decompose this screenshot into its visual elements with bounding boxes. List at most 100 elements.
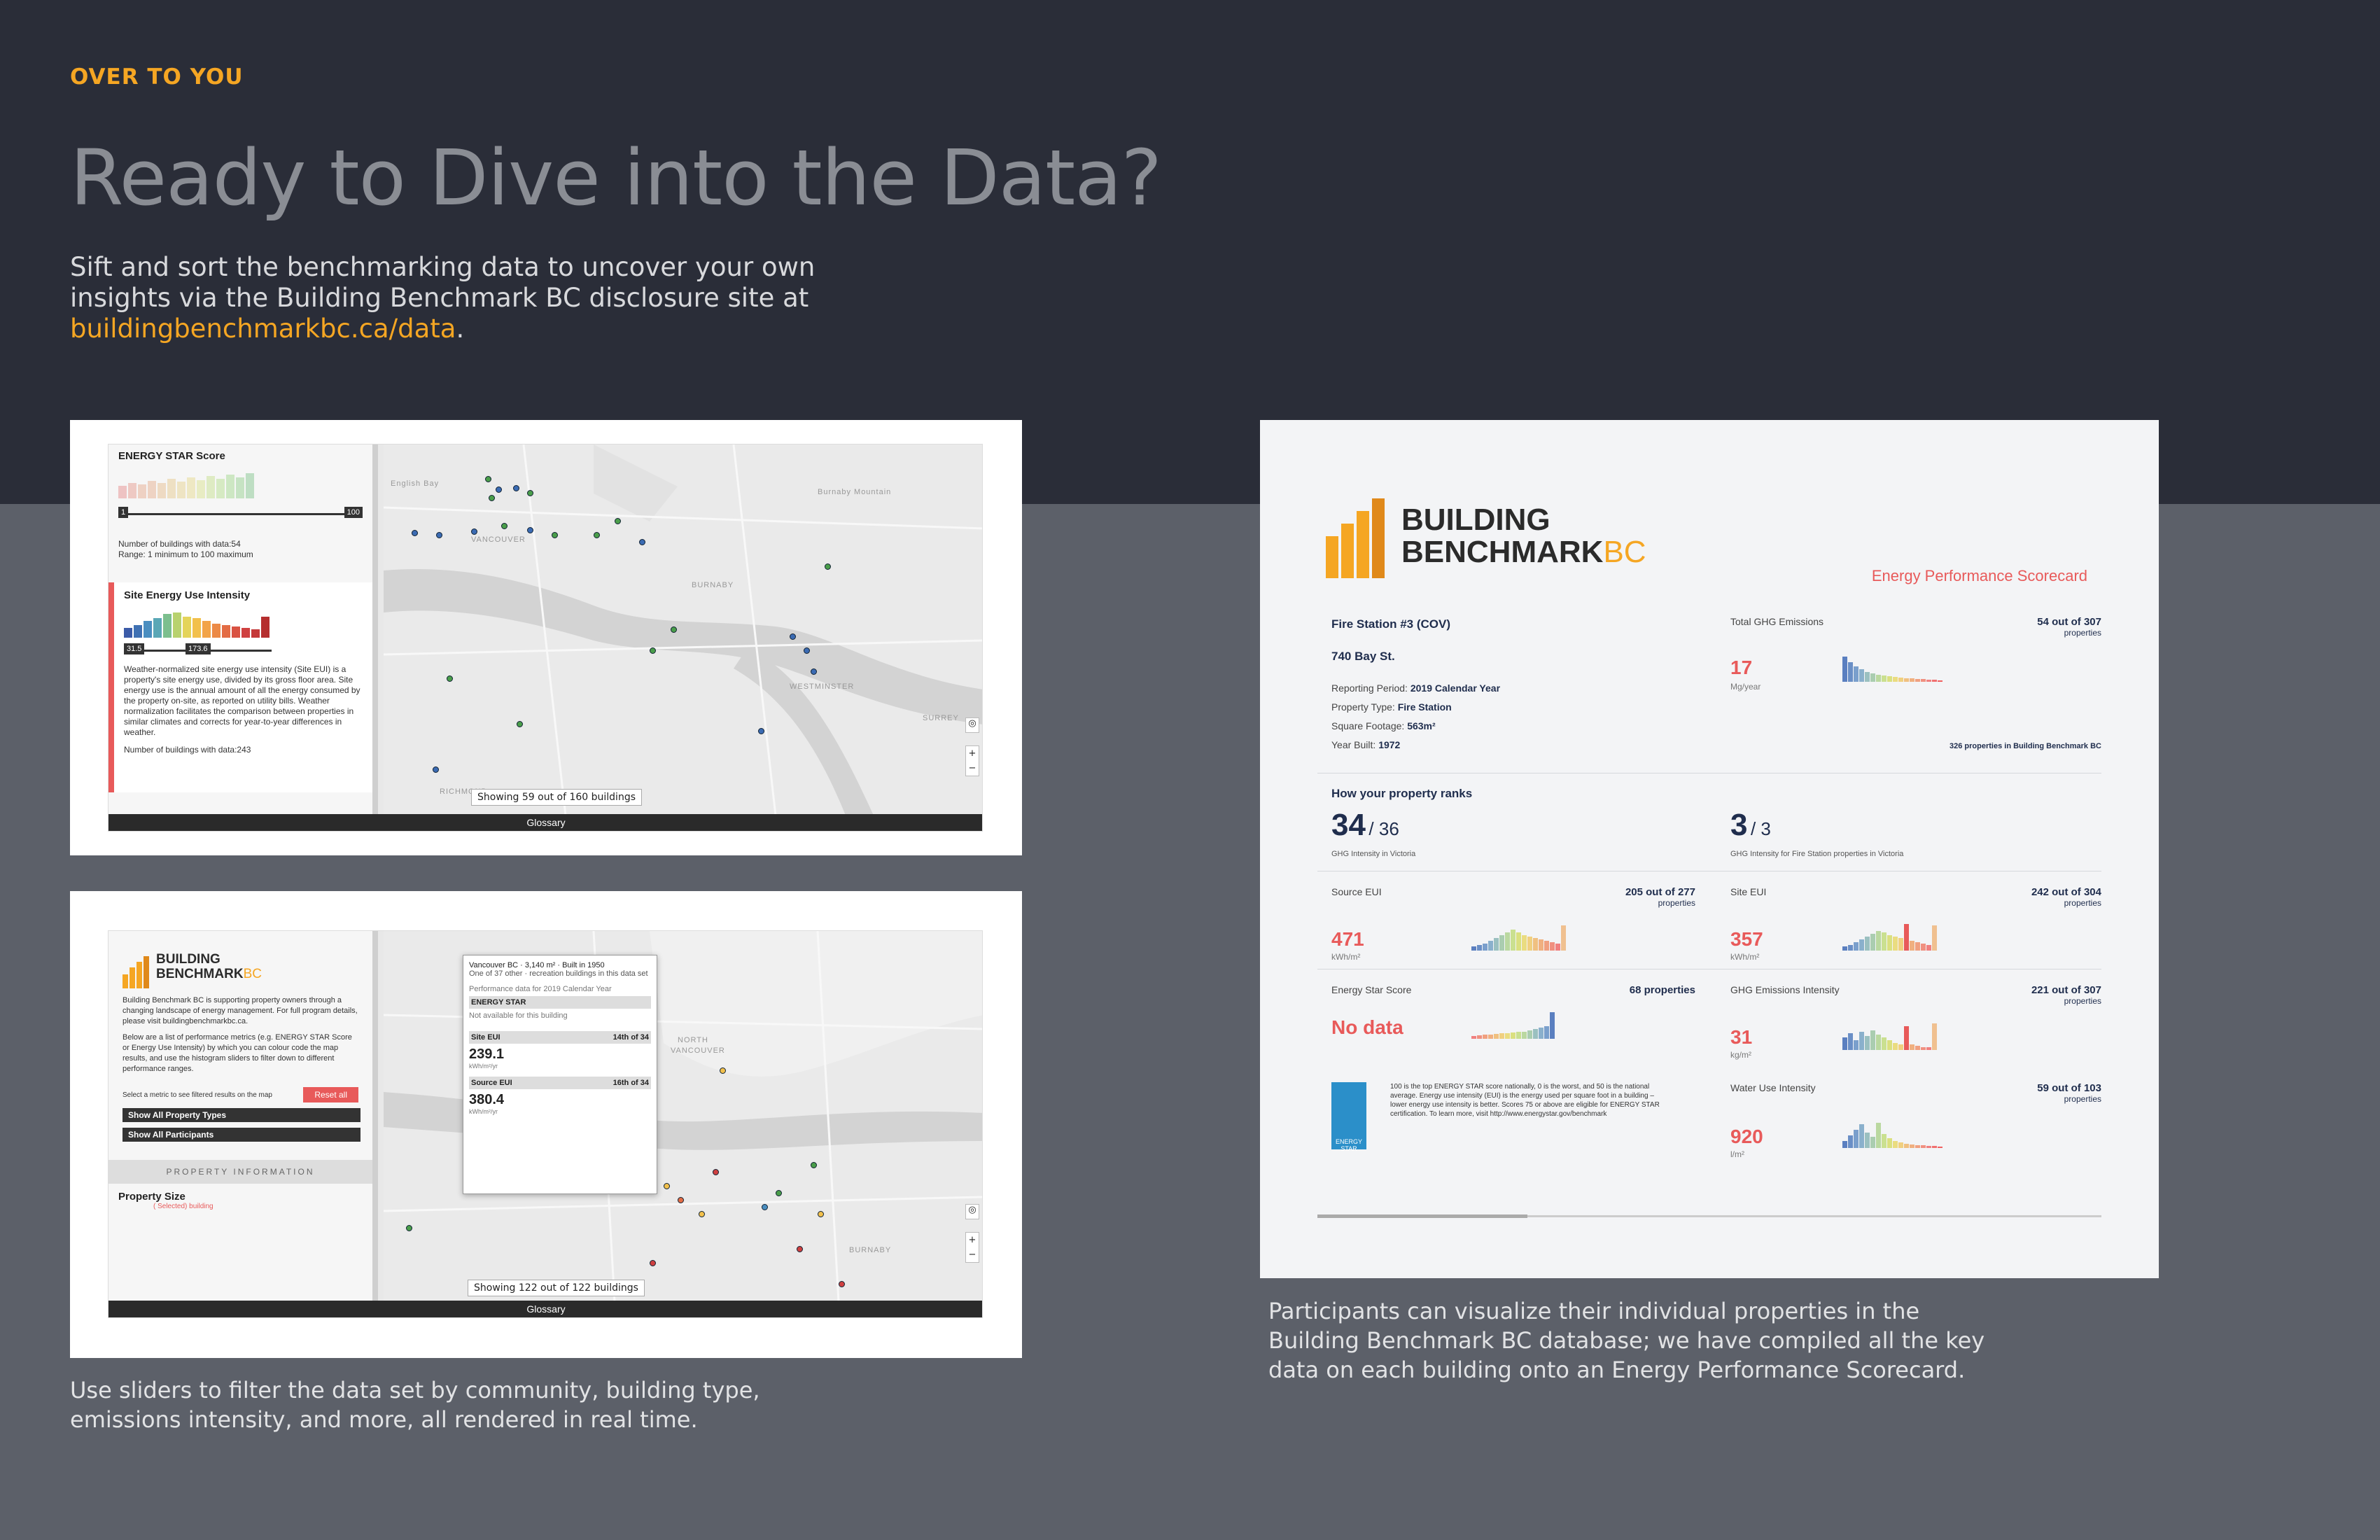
building-popup: Vancouver BC · 3,140 m² · Built in 1950 … [463,955,657,1194]
building-marker[interactable] [527,490,533,496]
zoom-control[interactable]: + − [965,1232,979,1263]
building-marker[interactable] [433,766,439,773]
popup-source-eui-label: Source EUI [471,1079,512,1087]
building-marker[interactable] [811,1162,817,1168]
building-marker[interactable] [615,518,621,524]
map-canvas[interactable]: English Bay VANCOUVER BURNABY WESTMINSTE… [384,444,982,816]
building-marker[interactable] [664,1183,670,1189]
logo-bc: BC [1603,535,1646,569]
energy-star-value: No data [1331,1016,1404,1038]
glossary-bar[interactable]: Glossary [108,814,982,831]
building-marker[interactable] [471,528,477,535]
building-marker[interactable] [804,648,810,654]
rank-victoria-value: 34 [1331,808,1366,842]
building-marker[interactable] [776,1190,782,1196]
property-type-dropdown[interactable]: Show All Property Types [122,1108,360,1122]
sidebar-logo-text: BUILDING BENCHMARKBC [156,952,358,981]
reset-all-button[interactable]: Reset all [303,1087,358,1102]
energy-star-rank: 68 properties [1629,984,1695,996]
building-marker[interactable] [594,532,600,538]
scroll-thumb[interactable] [1317,1214,1527,1218]
ghg-rank-value: 54 out of 307 [2037,616,2101,628]
building-marker[interactable] [412,530,418,536]
building-marker[interactable] [447,676,453,682]
sqft-label: Square Footage: [1331,720,1405,732]
popup-energy-star-header: ENERGY STAR [469,996,651,1009]
building-marker[interactable] [671,626,677,633]
building-marker[interactable] [825,564,831,570]
building-marker[interactable] [406,1225,412,1231]
building-marker[interactable] [811,668,817,675]
building-marker[interactable] [758,728,764,734]
ghg-intensity-unit: kg/m² [1730,1050,1751,1060]
building-marker[interactable] [436,532,442,538]
map-canvas[interactable]: NORTH VANCOUVER BURNABY Vancouver BC · 3… [384,931,982,1302]
building-marker[interactable] [501,523,507,529]
building-marker[interactable] [699,1211,705,1217]
energy-star-count: Number of buildings with data:54 [118,539,241,549]
locate-button[interactable]: ◎ [965,1204,979,1219]
building-marker[interactable] [720,1068,726,1074]
popup-source-eui-rank: 16th of 34 [612,1079,649,1087]
energy-star-range: Range: 1 minimum to 100 maximum [118,550,253,559]
building-marker[interactable] [639,539,645,545]
eui-max-handle[interactable]: 173.6 [186,643,211,654]
eyebrow: OVER TO YOU [70,64,244,90]
map-label-vancouver: VANCOUVER [671,1046,725,1055]
water-rank-value: 59 out of 103 [2037,1082,2101,1094]
building-marker[interactable] [650,648,656,654]
popup-source-eui-unit: kWh/m²/yr [469,1108,498,1115]
popup-source-eui-value: 380.4 [469,1092,505,1107]
ghg-histogram [1842,654,1942,682]
building-marker[interactable] [790,634,796,640]
logo-bc: BC [243,967,262,981]
right-caption: Participants can visualize their individ… [1268,1298,1985,1383]
eui-filter-section[interactable]: Site Energy Use Intensity 31.5 173.6 Wea… [108,582,372,792]
map-background [384,444,982,816]
locate-button[interactable]: ◎ [965,718,979,733]
zoom-control[interactable]: + − [965,746,979,776]
participants-dropdown[interactable]: Show All Participants [122,1128,360,1142]
rank-fire-station: 3 / 3 [1730,808,1771,843]
building-benchmark-logo-icon [1326,498,1385,578]
eui-slider[interactable]: 31.5 173.6 [124,642,363,660]
map-label-burnaby-mountain: Burnaby Mountain [818,488,892,496]
reporting-value: 2019 Calendar Year [1410,682,1501,694]
water-value: 920 [1730,1126,1763,1147]
eui-min-handle[interactable]: 31.5 [124,643,145,654]
building-marker[interactable] [517,721,523,727]
building-benchmark-logo-icon [122,956,149,988]
building-marker[interactable] [496,486,502,493]
data-site-link[interactable]: buildingbenchmarkbc.ca/data [70,314,456,344]
select-metric-hint: Select a metric to see filtered results … [122,1091,272,1099]
site-eui-title: Site EUI [1730,886,1767,897]
building-marker[interactable] [485,476,491,482]
map-label-vancouver: VANCOUVER [471,536,526,544]
building-marker[interactable] [797,1246,803,1252]
slider-max-handle[interactable]: 100 [344,507,363,518]
building-marker[interactable] [650,1260,656,1266]
building-marker[interactable] [527,527,533,533]
property-information-header[interactable]: PROPERTY INFORMATION [108,1160,372,1184]
map-label-burnaby: BURNABY [692,581,734,589]
eui-histogram [124,610,363,638]
reporting-label: Reporting Period: [1331,682,1408,694]
building-marker[interactable] [678,1197,684,1203]
energy-star-slider[interactable]: 1 100 [118,504,363,525]
buildings-count-status: Showing 122 out of 122 buildings [468,1280,645,1296]
glossary-bar[interactable]: Glossary [108,1301,982,1317]
building-marker[interactable] [713,1169,719,1175]
site-eui-unit: kWh/m² [1730,952,1760,962]
site-eui-value: 357 [1730,928,1763,950]
building-marker[interactable] [762,1204,768,1210]
building-marker[interactable] [513,485,519,491]
building-marker[interactable] [839,1281,845,1287]
building-marker[interactable] [552,532,558,538]
building-marker[interactable] [818,1211,824,1217]
building-marker[interactable] [489,495,495,501]
map-label-burnaby: BURNABY [849,1246,892,1254]
slider-min-handle[interactable]: 1 [118,507,129,518]
source-eui-rank: 205 out of 277 properties [1555,886,1695,908]
property-details: Reporting Period: 2019 Calendar Year Pro… [1331,679,1500,755]
property-size-title: Property Size [118,1191,186,1203]
